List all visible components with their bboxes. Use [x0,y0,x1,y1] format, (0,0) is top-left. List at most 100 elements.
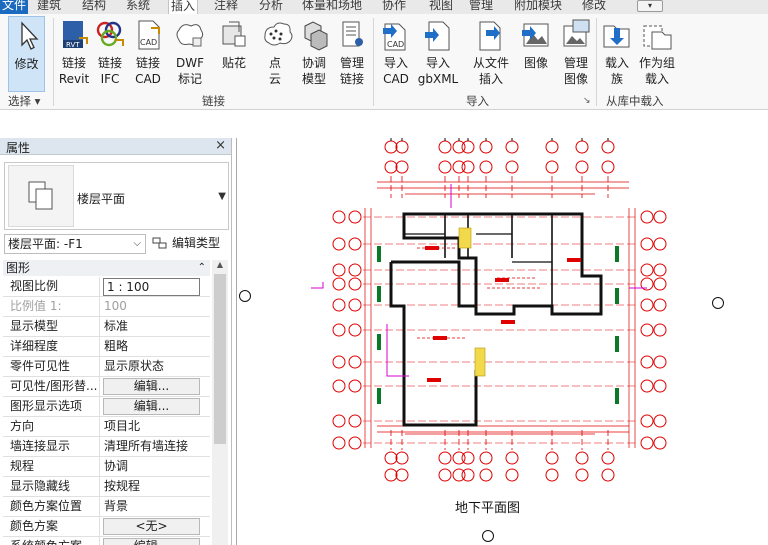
import-cad-button[interactable]: CAD 导入 CAD [378,16,414,92]
tab-2[interactable]: 结构 [80,0,108,14]
grid-bubble [640,355,654,369]
property-value[interactable]: 编辑... [103,398,200,415]
image-label: 图像 [523,56,548,70]
property-value[interactable]: 1 : 100 [103,278,200,296]
tab-0[interactable]: 文件 [0,0,29,14]
tab-3[interactable]: 系统 [124,0,152,14]
collapse-icon[interactable]: ⌃ [198,260,206,276]
grid-bubble [438,140,452,154]
image-button[interactable]: 图像 [516,16,556,92]
room-tag [433,336,447,340]
grid-bubble [438,468,452,482]
grid-bubble [332,379,346,393]
grid-bubble [653,414,667,428]
insert-from-file-button[interactable]: 从文件 插入 [468,16,514,92]
instance-filter-dropdown[interactable]: 楼层平面: -F1 ⌵ [4,234,146,254]
dwf-markup-label: DWF 标记 [175,56,204,86]
grid-bubble [479,451,493,465]
tab-8[interactable]: 协作 [380,0,408,14]
grid-bubble [348,298,362,312]
link-cad-button[interactable]: CAD 链接 CAD [128,16,168,92]
cursor-arrow-icon [12,19,42,53]
ribbon-display-button[interactable]: ▾ [637,0,663,12]
manage-images-label: 管理 图像 [563,56,588,86]
link-ifc-button[interactable]: 链接 IFC [92,16,128,92]
load-as-group-button[interactable]: 作为组 载入 [636,16,678,92]
decal-button[interactable]: 贴花 [214,16,254,92]
load-family-button[interactable]: 载入 族 [600,16,634,92]
decal-icon [217,18,251,52]
property-row: 视图比例 1 : 100 [3,277,210,297]
grid-bubble [395,160,409,174]
tab-1[interactable]: 建筑 [35,0,63,14]
tab-9[interactable]: 视图 [427,0,455,14]
grid-bubble [505,468,519,482]
tab-7[interactable]: 体量和场地 [300,0,364,14]
elevation-marker-left-icon[interactable] [239,290,251,302]
close-icon[interactable]: × [215,138,226,153]
svg-text:RVT: RVT [66,41,80,49]
grid-bubble [640,323,654,337]
stair-hatch [474,347,486,377]
tab-11[interactable]: 附加模块 [512,0,564,14]
type-selector[interactable]: 楼层平面 ▼ [4,162,229,230]
import-group-label: 导入 [466,94,489,108]
coordination-model-button[interactable]: 协调 模型 [296,16,332,92]
grid-bubble [505,451,519,465]
link-revit-button[interactable]: RVT 链接 Revit [56,16,92,92]
modify-button[interactable]: 修改 [8,16,45,92]
link-group-label: 链接 [202,94,225,108]
dwf-markup-button[interactable]: DWF 标记 [170,16,210,92]
property-value[interactable]: <无> [103,518,200,535]
property-row: 图形显示选项 编辑... [3,397,210,417]
grid-bubble [653,436,667,450]
property-key: 图形显示选项 [3,397,100,417]
grid-bubble [505,160,519,174]
property-value[interactable]: 编辑... [103,378,200,395]
property-key: 显示模型 [3,317,100,337]
dimension-text [615,388,619,404]
grid-bubble [601,140,615,154]
grid-bubble [348,237,362,251]
tab-10[interactable]: 管理 [467,0,495,14]
chevron-down-icon[interactable]: ▼ [218,191,226,202]
properties-scrollbar[interactable]: ▲ [212,260,228,545]
grid-bubble [575,140,589,154]
grid-bubble [640,436,654,450]
tab-5[interactable]: 注释 [212,0,240,14]
manage-links-button[interactable]: 管理 链接 [334,16,370,92]
property-key: 详细程度 [3,337,100,357]
grid-bubble [332,277,346,291]
tab-12[interactable]: 修改 [580,0,608,14]
scroll-up-icon[interactable]: ▲ [214,260,226,272]
elevation-marker-bottom-icon[interactable] [482,530,494,542]
grid-bubble [601,451,615,465]
category-header[interactable]: 图形 ⌃ [3,260,210,276]
select-group-label[interactable]: 选择 ▾ [8,93,40,109]
point-cloud-button[interactable]: 点 云 [260,16,293,92]
grid-bubble [348,210,362,224]
import-gbxml-button[interactable]: 导入 gbXML [414,16,462,92]
point-cloud-icon [260,18,294,52]
floor-plan-drawing[interactable] [237,138,768,545]
grid-bubble [461,468,475,482]
ribbon-panel: 修改 选择 ▾ RVT 链接 Revit 链接 IFC CAD 链接 CAD DWF 标记… [0,14,768,110]
property-list: 视图比例 1 : 100 比例值 1: 100 显示模型 标准 详细程度 粗略 零件可见性 显示原… [3,277,210,545]
property-key: 视图比例 [3,277,100,297]
property-value: 显示原状态 [104,359,165,373]
edit-type-button[interactable]: 编辑类型 [150,234,220,254]
tab-6[interactable]: 分析 [257,0,285,14]
property-row: 零件可见性 显示原状态 [3,357,210,377]
elevation-marker-right-icon[interactable] [712,297,724,309]
property-value[interactable]: 编辑... [103,538,200,545]
tab-4[interactable]: 插入 [168,0,199,14]
manage-images-button[interactable]: 管理 图像 [556,16,596,92]
import-dialog-launcher-icon[interactable]: ↘ [583,96,591,106]
image-icon [519,18,553,52]
view-title: 地下平面图 [455,501,521,516]
grid-bubble [348,263,362,277]
drawing-canvas[interactable]: 地下平面图 [236,138,768,545]
modify-label: 修改 [14,57,39,71]
scrollbar-thumb[interactable] [214,274,226,444]
property-row: 比例值 1: 100 [3,297,210,317]
